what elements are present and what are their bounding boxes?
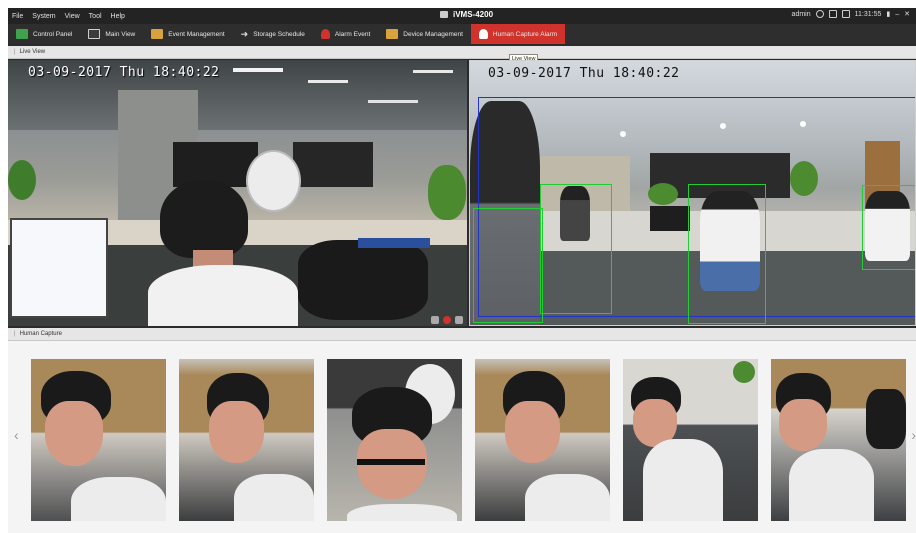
- capture-thumbnail[interactable]: [771, 359, 906, 521]
- menu-help[interactable]: Help: [111, 13, 125, 20]
- person-face: [505, 401, 560, 463]
- device-icon: [386, 29, 399, 39]
- person-detection-box: [540, 184, 612, 314]
- glasses: [357, 459, 425, 465]
- calendar-icon[interactable]: [841, 10, 850, 18]
- grid-icon: [16, 29, 28, 39]
- person-detection-box: [473, 208, 543, 323]
- playback-controls: [431, 316, 463, 324]
- ceiling-light: [233, 68, 283, 72]
- app-title-text: iVMS-4200: [453, 10, 494, 19]
- minimize-icon[interactable]: –: [895, 11, 899, 18]
- tab-control-panel[interactable]: Control Panel: [8, 24, 80, 44]
- tab-label: Main View: [105, 30, 136, 38]
- settings-icon[interactable]: [455, 316, 463, 324]
- menu-file[interactable]: File: [12, 13, 23, 20]
- module-toolbar: Control Panel Main View Event Management…: [8, 24, 916, 44]
- alarm-icon: [320, 29, 330, 39]
- next-arrow-icon[interactable]: ›: [911, 427, 916, 443]
- human-capture-title: Human Capture: [19, 331, 62, 337]
- person-head: [160, 180, 248, 258]
- app-window: File System View Tool Help iVMS-4200 adm…: [8, 8, 916, 533]
- person-shirt: [789, 449, 874, 521]
- folder-icon: [151, 29, 164, 39]
- plant: [8, 160, 36, 200]
- timestamp-overlay: 03-09-2017 Thu 18:40:22: [28, 65, 220, 80]
- capture-thumbnail[interactable]: [623, 359, 758, 521]
- prev-arrow-icon[interactable]: ‹: [14, 427, 19, 443]
- close-icon[interactable]: ✕: [904, 10, 910, 18]
- record-icon[interactable]: [443, 316, 451, 324]
- live-view-title: Live View: [19, 49, 46, 55]
- tab-label: Alarm Event: [334, 30, 371, 38]
- capture-thumbnail[interactable]: [327, 359, 462, 521]
- tab-storage-schedule[interactable]: ➜ Storage Schedule: [233, 24, 313, 44]
- lock-icon[interactable]: [815, 10, 824, 18]
- tab-event-management[interactable]: Event Management: [143, 24, 232, 44]
- plant: [428, 165, 466, 220]
- person-detection-box: [862, 185, 915, 270]
- blue-device: [358, 238, 430, 248]
- app-title: iVMS-4200: [440, 10, 493, 19]
- person-shirt: [71, 477, 166, 521]
- snapshot-icon[interactable]: [431, 316, 439, 324]
- tab-main-view[interactable]: Main View: [80, 24, 143, 44]
- lock-screen-icon[interactable]: ▮: [886, 10, 890, 18]
- desk-fan: [246, 150, 301, 212]
- person-shirt: [525, 474, 610, 521]
- capture-thumbnail[interactable]: [475, 359, 610, 521]
- backpack: [298, 240, 428, 320]
- capture-thumbnail[interactable]: [31, 359, 166, 521]
- person-shirt: [643, 439, 723, 521]
- plant: [733, 361, 755, 383]
- tab-human-capture-alarm[interactable]: Human Capture Alarm: [470, 24, 566, 44]
- timestamp-overlay: 03-09-2017 Thu 18:40:22: [488, 66, 680, 81]
- person-face: [209, 401, 264, 463]
- human-capture-panel: ‹ ›: [8, 341, 916, 533]
- camera-view-right[interactable]: 03-09-2017 Thu 18:40:22: [469, 60, 916, 326]
- menu-tool[interactable]: Tool: [89, 13, 102, 20]
- person-shirt: [234, 474, 314, 521]
- alarm-icon: [478, 29, 488, 39]
- tab-label: Human Capture Alarm: [492, 30, 558, 38]
- clock-time: 11:31:55: [854, 10, 882, 18]
- person-face: [779, 399, 827, 451]
- tab-device-management[interactable]: Device Management: [378, 24, 471, 44]
- tab-label: Control Panel: [33, 30, 73, 38]
- app-logo-icon: [440, 11, 448, 18]
- ceiling-light: [308, 80, 348, 83]
- monitor: [10, 218, 108, 318]
- tab-label: Storage Schedule: [253, 30, 305, 38]
- ceiling-light: [413, 70, 453, 73]
- menu-list: File System View Tool Help: [8, 13, 125, 20]
- ceiling-light: [368, 100, 418, 103]
- backpack: [866, 389, 906, 449]
- human-capture-header: | Human Capture: [8, 328, 916, 341]
- live-view-header: | Live View: [8, 46, 916, 59]
- monitor-icon: [88, 29, 101, 39]
- person-body: [148, 265, 298, 326]
- menu-system[interactable]: System: [32, 13, 55, 20]
- status-area: admin 11:31:55 ▮ – ✕: [792, 10, 910, 18]
- person-shirt: [347, 504, 457, 521]
- camera-view-left[interactable]: 03-09-2017 Thu 18:40:22: [8, 60, 467, 326]
- tab-alarm-event[interactable]: Alarm Event: [313, 24, 378, 44]
- tab-label: Event Management: [168, 30, 225, 38]
- tv-screen: [293, 142, 373, 187]
- user-name: admin: [791, 10, 811, 18]
- tab-label: Device Management: [403, 30, 463, 38]
- menu-bar: File System View Tool Help iVMS-4200 adm…: [8, 8, 916, 24]
- person-face: [45, 401, 103, 466]
- arrow-icon: ➜: [240, 28, 249, 39]
- person-detection-box: [688, 184, 766, 324]
- menu-view[interactable]: View: [65, 13, 80, 20]
- window-icon[interactable]: [828, 10, 837, 18]
- capture-thumbnail[interactable]: [179, 359, 314, 521]
